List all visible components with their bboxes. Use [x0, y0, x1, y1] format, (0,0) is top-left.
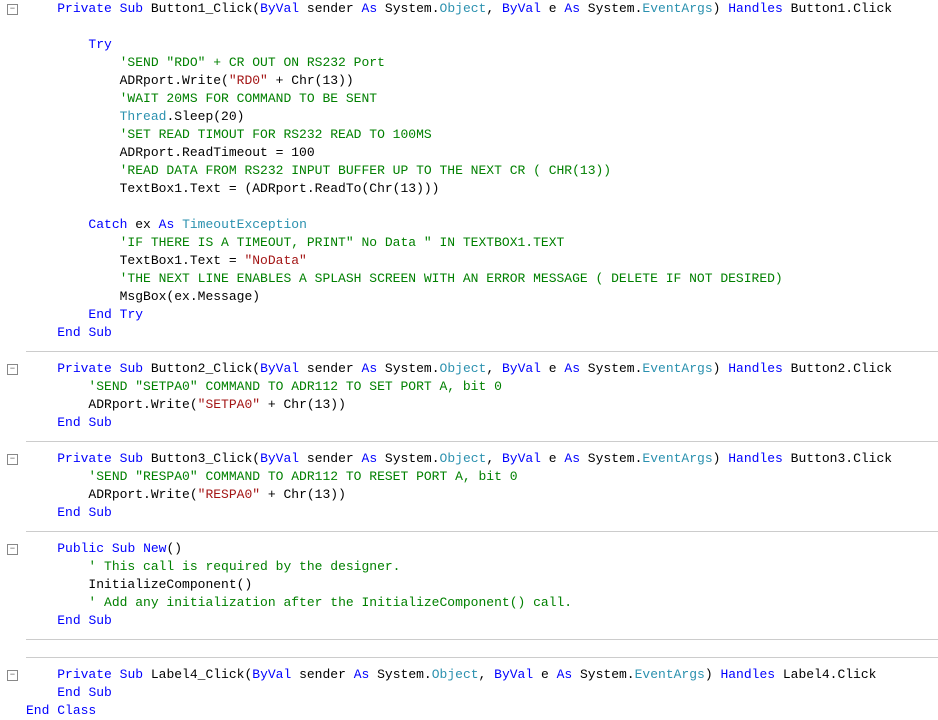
method-separator	[26, 648, 938, 666]
code-line[interactable]: ADRport.Write("RD0" + Chr(13))	[26, 72, 938, 90]
code-line[interactable]: Private Sub Button1_Click(ByVal sender A…	[26, 0, 938, 18]
code-line[interactable]: 'SEND "RESPA0" COMMAND TO ADR112 TO RESE…	[26, 468, 938, 486]
code-line[interactable]: 'THE NEXT LINE ENABLES A SPLASH SCREEN W…	[26, 270, 938, 288]
fold-gutter: − − − − −	[0, 0, 22, 720]
code-line[interactable]: ' This call is required by the designer.	[26, 558, 938, 576]
code-line[interactable]: 'READ DATA FROM RS232 INPUT BUFFER UP TO…	[26, 162, 938, 180]
code-line[interactable]: TextBox1.Text = "NoData"	[26, 252, 938, 270]
code-line[interactable]: Public Sub New()	[26, 540, 938, 558]
code-line[interactable]: MsgBox(ex.Message)	[26, 288, 938, 306]
method-separator	[26, 522, 938, 540]
code-line[interactable]	[26, 198, 938, 216]
method-separator	[26, 342, 938, 360]
code-line[interactable]: Private Sub Label4_Click(ByVal sender As…	[26, 666, 938, 684]
code-line[interactable]: ADRport.ReadTimeout = 100	[26, 144, 938, 162]
code-line[interactable]: ADRport.Write("RESPA0" + Chr(13))	[26, 486, 938, 504]
fold-toggle-icon[interactable]: −	[7, 4, 18, 15]
code-line[interactable]: End Sub	[26, 414, 938, 432]
code-line[interactable]: End Sub	[26, 324, 938, 342]
code-line[interactable]: ADRport.Write("SETPA0" + Chr(13))	[26, 396, 938, 414]
code-line[interactable]: End Sub	[26, 612, 938, 630]
fold-toggle-icon[interactable]: −	[7, 364, 18, 375]
code-line[interactable]: 'SEND "SETPA0" COMMAND TO ADR112 TO SET …	[26, 378, 938, 396]
code-line[interactable]: End Sub	[26, 504, 938, 522]
fold-toggle-icon[interactable]: −	[7, 454, 18, 465]
code-line[interactable]: End Try	[26, 306, 938, 324]
code-line[interactable]: Try	[26, 36, 938, 54]
fold-toggle-icon[interactable]: −	[7, 670, 18, 681]
code-line[interactable]: Thread.Sleep(20)	[26, 108, 938, 126]
fold-toggle-icon[interactable]: −	[7, 544, 18, 555]
code-line[interactable]: Private Sub Button2_Click(ByVal sender A…	[26, 360, 938, 378]
code-line[interactable]	[26, 18, 938, 36]
code-area[interactable]: Private Sub Button1_Click(ByVal sender A…	[22, 0, 938, 720]
code-line[interactable]: End Class	[26, 702, 938, 720]
code-line[interactable]: End Sub	[26, 684, 938, 702]
code-line[interactable]: 'SEND "RDO" + CR OUT ON RS232 Port	[26, 54, 938, 72]
code-line[interactable]: TextBox1.Text = (ADRport.ReadTo(Chr(13))…	[26, 180, 938, 198]
code-line[interactable]: Private Sub Button3_Click(ByVal sender A…	[26, 450, 938, 468]
code-line[interactable]: ' Add any initialization after the Initi…	[26, 594, 938, 612]
method-separator	[26, 630, 938, 648]
code-editor[interactable]: − − − − − Private Sub Button1_Click(ByVal se…	[0, 0, 938, 720]
code-line[interactable]: 'IF THERE IS A TIMEOUT, PRINT" No Data "…	[26, 234, 938, 252]
method-separator	[26, 432, 938, 450]
code-line[interactable]: 'WAIT 20MS FOR COMMAND TO BE SENT	[26, 90, 938, 108]
code-line[interactable]: Catch ex As TimeoutException	[26, 216, 938, 234]
code-line[interactable]: 'SET READ TIMOUT FOR RS232 READ TO 100MS	[26, 126, 938, 144]
code-line[interactable]: InitializeComponent()	[26, 576, 938, 594]
